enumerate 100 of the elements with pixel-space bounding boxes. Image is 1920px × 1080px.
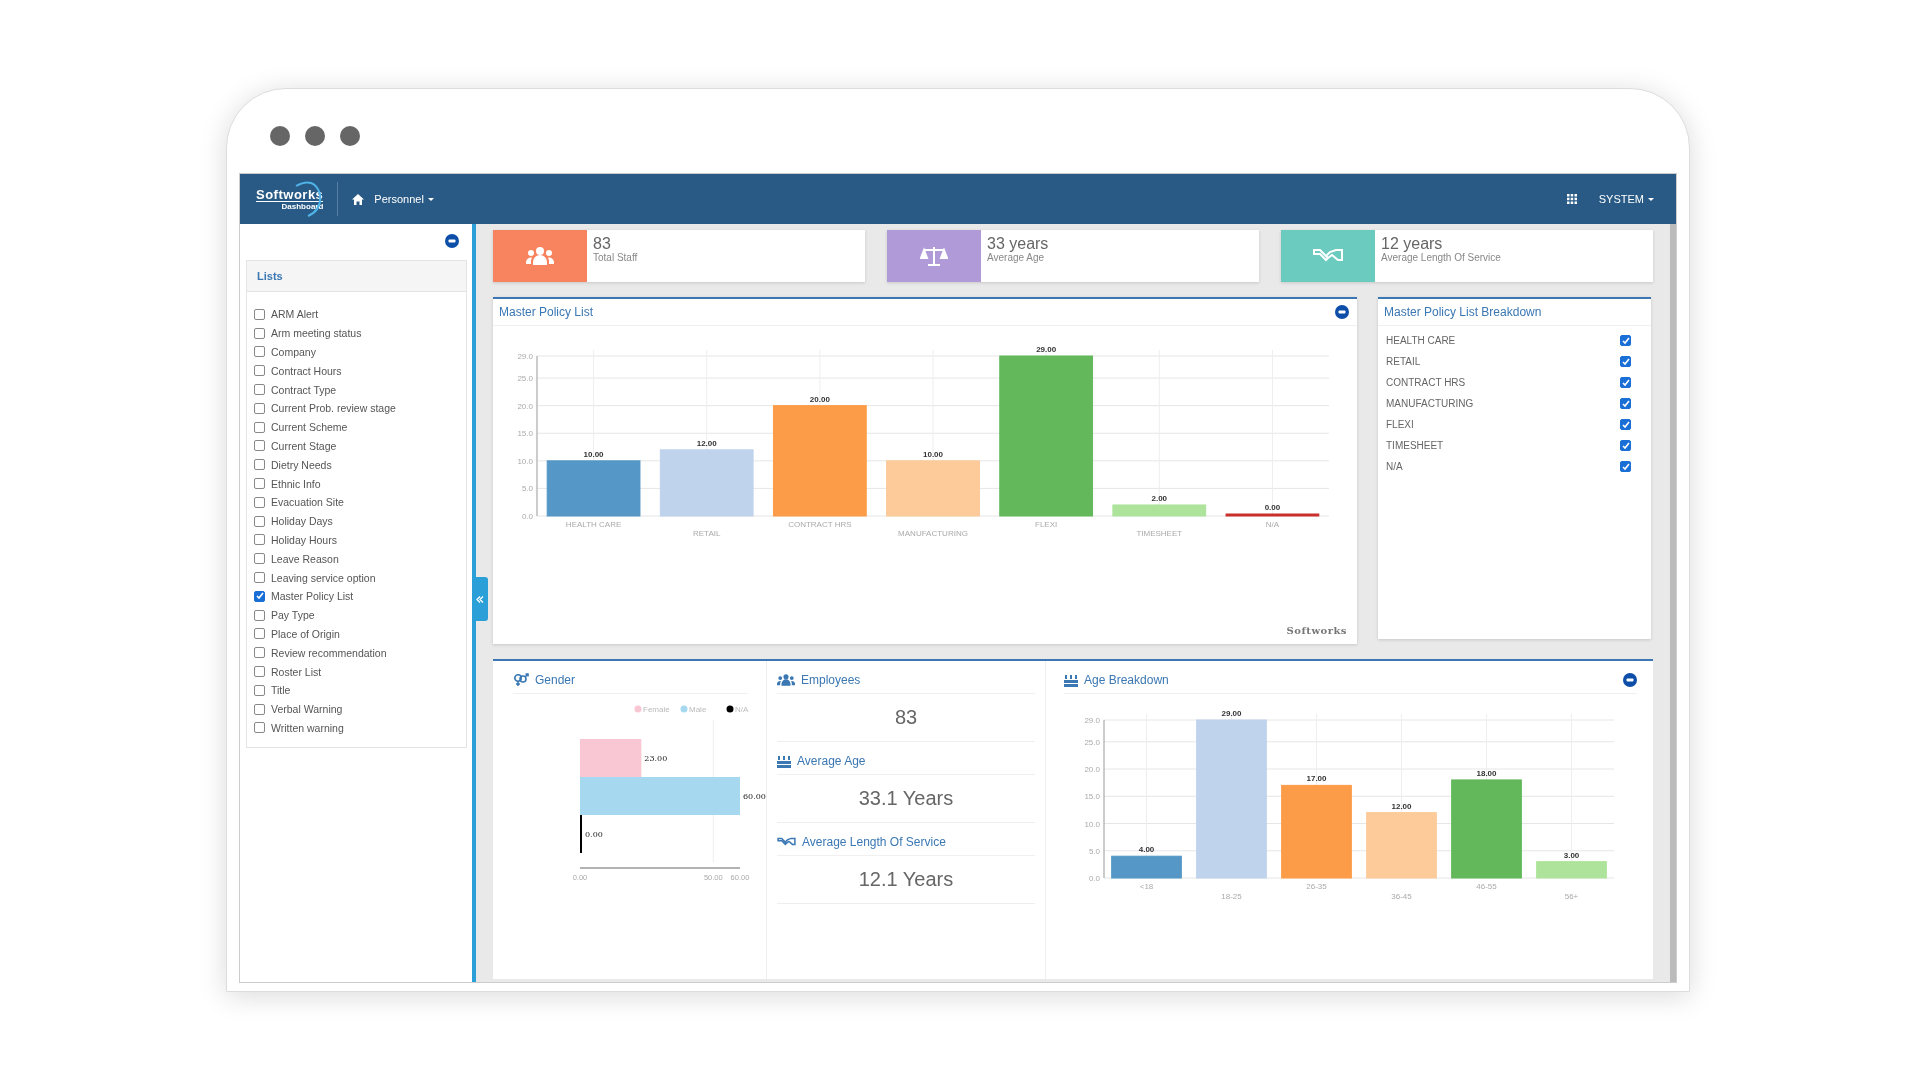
checkbox[interactable]: [254, 666, 265, 678]
kpi-label: Average Length Of Service: [1381, 252, 1501, 263]
checkbox[interactable]: [254, 327, 265, 339]
list-item-label[interactable]: Current Stage: [271, 439, 337, 452]
bar-value-label: 29.00: [1221, 709, 1242, 718]
list-item-label[interactable]: Pay Type: [271, 609, 315, 622]
list-item-label[interactable]: Place of Origin: [271, 627, 340, 640]
checkbox[interactable]: [1620, 440, 1631, 451]
checkbox[interactable]: [254, 478, 265, 490]
panel-title: Age Breakdown: [1084, 673, 1169, 687]
checkbox[interactable]: [254, 553, 265, 565]
list-item-label[interactable]: Company: [271, 346, 316, 358]
people-icon: [526, 247, 554, 265]
breakdown-item-label: RETAIL: [1386, 356, 1421, 367]
checkbox[interactable]: [254, 572, 265, 584]
axis-category-label: <18: [1139, 882, 1154, 891]
list-item-label[interactable]: Master Policy List: [271, 590, 354, 603]
list-item-label[interactable]: Roster List: [271, 665, 322, 678]
checkbox[interactable]: [1620, 356, 1631, 367]
app-logo[interactable]: Softworks Dashboard: [256, 182, 339, 216]
list-item-label[interactable]: Contract Type: [271, 383, 337, 396]
bar-value-label: 12.00: [696, 438, 717, 448]
checkbox[interactable]: [254, 722, 265, 734]
checkbox[interactable]: [254, 515, 265, 527]
list-item-label[interactable]: Leave Reason: [271, 552, 339, 565]
checkbox[interactable]: [254, 684, 265, 696]
panel-title: Master Policy List: [499, 305, 594, 319]
breakdown-item-label: N/A: [1386, 461, 1403, 472]
axis-tick-label: 10.0: [517, 456, 533, 466]
bar-value-label: 23.00: [644, 754, 668, 763]
apps-grid-icon[interactable]: [1566, 194, 1577, 204]
personnel-menu[interactable]: Personnel: [374, 193, 434, 205]
list-item-label[interactable]: Contract Hours: [271, 364, 342, 377]
list-item-label[interactable]: Evacuation Site: [271, 496, 344, 509]
checkbox[interactable]: [1620, 335, 1631, 346]
panel-title: Gender: [535, 673, 576, 687]
axis-tick-label: 5.0: [1088, 846, 1100, 856]
checkbox[interactable]: [254, 346, 265, 358]
list-item-label[interactable]: Arm meeting status: [271, 327, 362, 340]
stat-title: Average Age: [797, 754, 866, 768]
checkbox[interactable]: [254, 459, 265, 471]
axis-tick-label: 5.0: [521, 484, 533, 494]
axis-tick-label: 25.0: [1084, 737, 1100, 747]
list-item-label[interactable]: Current Scheme: [271, 421, 348, 434]
collapse-icon[interactable]: [476, 595, 484, 603]
checkbox[interactable]: [1620, 377, 1631, 388]
axis-category-label: FLEXI: [1035, 520, 1058, 529]
panel-title: Master Policy List Breakdown: [1384, 305, 1542, 319]
stat-value: 12.1 Years: [777, 856, 1035, 904]
checkbox[interactable]: [254, 647, 265, 659]
cake-icon: [1064, 673, 1078, 687]
list-item-label[interactable]: Verbal Warning: [271, 703, 343, 716]
axis-category-label: HEALTH CARE: [565, 520, 622, 529]
checkbox[interactable]: [254, 365, 265, 377]
bar-value-label: 60.00: [743, 792, 766, 801]
checkbox[interactable]: [254, 384, 265, 396]
list-item-label[interactable]: Leaving service option: [271, 571, 376, 584]
system-menu[interactable]: SYSTEM: [1598, 193, 1654, 205]
breakdown-item-label: FLEXI: [1386, 419, 1414, 430]
list-item-label[interactable]: Holiday Days: [271, 515, 333, 528]
checkbox[interactable]: [254, 308, 265, 320]
axis-category-label: N/A: [1265, 520, 1280, 529]
bar-value-label: 2.00: [1151, 493, 1168, 503]
checkbox[interactable]: [254, 421, 265, 433]
list-item-label[interactable]: Dietry Needs: [271, 458, 332, 471]
gender-icon: [513, 673, 529, 687]
checkbox[interactable]: [254, 534, 265, 546]
axis-tick-label: 0.0: [1088, 874, 1100, 883]
list-item-label[interactable]: Holiday Hours: [271, 533, 337, 546]
list-item-label[interactable]: Written warning: [271, 721, 344, 734]
window-dot: [270, 126, 290, 146]
bar-value-label: 0.00: [1264, 503, 1281, 512]
checkbox[interactable]: [254, 628, 265, 640]
checkbox[interactable]: [1620, 419, 1631, 430]
checkbox[interactable]: [1620, 461, 1631, 472]
home-icon[interactable]: [352, 193, 365, 205]
checkbox[interactable]: [1620, 398, 1631, 409]
list-item-label[interactable]: ARM Alert: [271, 308, 319, 321]
axis-category-label: 56+: [1564, 892, 1579, 901]
checkbox[interactable]: [254, 440, 265, 452]
bar-value-label: 18.00: [1476, 768, 1497, 778]
axis-category-label: CONTRACT HRS: [788, 520, 852, 529]
checkbox[interactable]: [254, 402, 265, 414]
axis-tick-label: 10.0: [1084, 819, 1100, 829]
checkbox[interactable]: [254, 703, 265, 715]
list-item-label[interactable]: Ethnic Info: [271, 477, 321, 490]
list-item-label[interactable]: Title: [271, 684, 291, 697]
scales-icon: [920, 245, 948, 267]
checkbox[interactable]: [254, 590, 265, 602]
bar-value-label: 10.00: [923, 449, 943, 459]
legend-label: N/A: [735, 705, 749, 714]
axis-tick-label: 29.0: [517, 352, 533, 361]
people-icon: [777, 674, 795, 686]
bar-value-label: 20.00: [809, 394, 830, 404]
axis-category-label: RETAIL: [693, 529, 721, 538]
list-item-label[interactable]: Review recommendation: [271, 646, 387, 659]
checkbox[interactable]: [254, 609, 265, 621]
list-item-label[interactable]: Current Prob. review stage: [271, 402, 396, 415]
checkbox[interactable]: [254, 496, 265, 508]
axis-category-label: 18-25: [1221, 892, 1242, 901]
